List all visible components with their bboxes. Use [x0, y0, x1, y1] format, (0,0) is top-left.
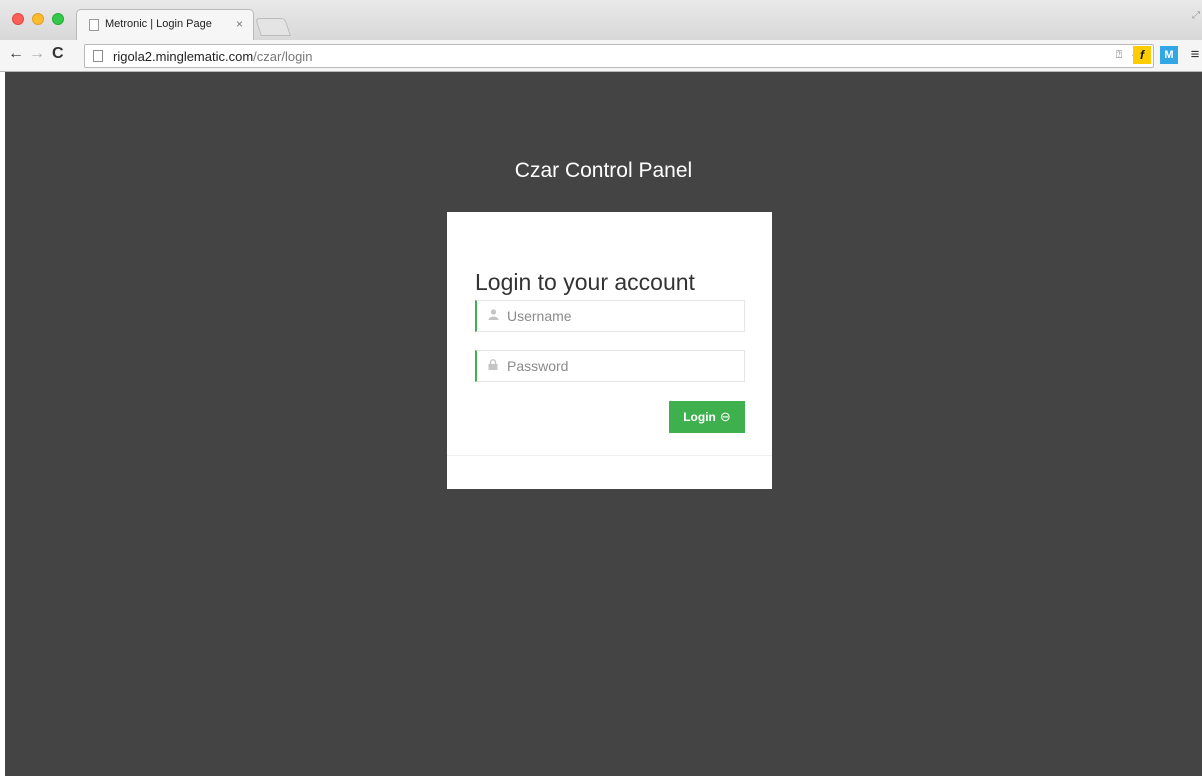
url-path: /czar/login	[253, 49, 313, 64]
browser-tab[interactable]: Metronic | Login Page ×	[76, 9, 254, 41]
extension-f-icon[interactable]: f	[1133, 46, 1151, 64]
window-close-button[interactable]	[12, 13, 24, 25]
page-viewport: Czar Control Panel Login to your account…	[5, 72, 1202, 776]
username-input[interactable]	[507, 301, 737, 331]
reload-icon[interactable]: C	[52, 45, 64, 63]
fullscreen-icon[interactable]: ⤢	[1192, 10, 1200, 21]
url-host: rigola2.minglematic.com	[113, 49, 254, 64]
password-input[interactable]	[507, 351, 737, 381]
tab-close-icon[interactable]: ×	[236, 17, 243, 31]
login-heading: Login to your account	[475, 269, 695, 295]
new-tab-button[interactable]	[255, 18, 291, 36]
address-bar[interactable]: rigola2.minglematic.com/czar/login ☆	[84, 44, 1154, 68]
username-field[interactable]	[475, 300, 745, 332]
login-footer	[447, 455, 772, 489]
window-zoom-button[interactable]	[52, 13, 64, 25]
login-form: Login to your account Login ⊖	[447, 212, 772, 489]
forward-arrow-icon[interactable]: →	[29, 45, 45, 63]
extension-icon[interactable]: ⍰	[1110, 46, 1128, 64]
extension-m-icon[interactable]: M	[1160, 46, 1178, 64]
browser-toolbar: ← → C rigola2.minglematic.com/czar/login…	[0, 40, 1202, 72]
user-icon	[488, 309, 499, 323]
login-button-label: Login	[683, 410, 716, 424]
browser-tabstrip: Metronic | Login Page × ⤢	[0, 0, 1202, 41]
tab-title: Metronic | Login Page	[105, 18, 212, 30]
panel-title: Czar Control Panel	[514, 159, 693, 182]
password-field[interactable]	[475, 350, 745, 382]
window-minimize-button[interactable]	[32, 13, 44, 25]
url-text[interactable]: rigola2.minglematic.com/czar/login	[113, 49, 312, 64]
menu-icon[interactable]: ≡	[1186, 46, 1202, 64]
login-button[interactable]: Login ⊖	[669, 401, 745, 433]
document-icon	[89, 19, 99, 31]
circle-arrow-right-icon: ⊖	[719, 409, 731, 424]
lock-icon	[488, 359, 498, 373]
page-icon	[93, 50, 103, 62]
back-arrow-icon[interactable]: ←	[8, 45, 24, 63]
